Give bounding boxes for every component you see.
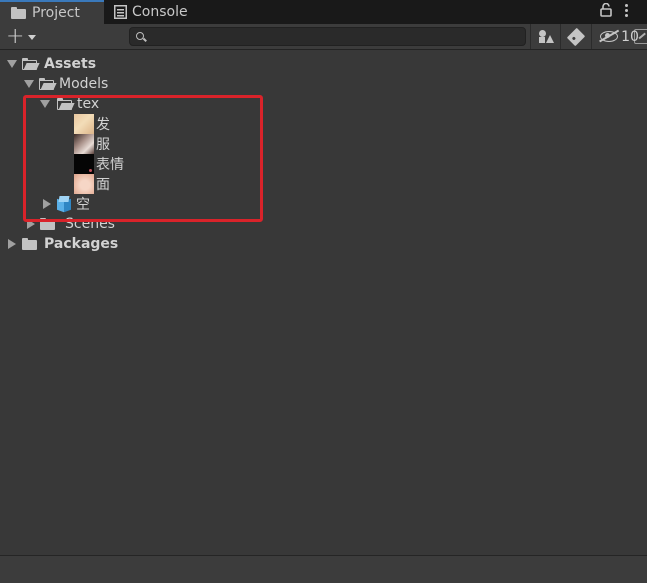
tree-item-models[interactable]: Models — [24, 74, 108, 94]
hidden-packages-count: 10 — [621, 28, 639, 45]
add-button[interactable]: + — [6, 24, 42, 49]
status-footer — [0, 555, 647, 583]
filter-by-label-button[interactable] — [560, 24, 590, 49]
tab-console[interactable]: Console — [114, 0, 214, 24]
tab-bar: Project Console — [0, 0, 647, 24]
search-input[interactable] — [148, 28, 507, 47]
tree-item-assets[interactable]: Assets — [7, 54, 96, 74]
eye-slash-icon — [600, 31, 619, 42]
tree-item-label: Assets — [44, 56, 97, 72]
plus-icon: + — [6, 24, 25, 49]
folder-icon — [22, 238, 38, 250]
kebab-menu-icon[interactable] — [624, 3, 630, 19]
chevron-down-icon — [28, 34, 37, 40]
expand-arrow-icon[interactable] — [7, 60, 17, 68]
tree-item-label: Packages — [44, 236, 119, 252]
search-box[interactable] — [129, 27, 647, 47]
tab-console-label: Console — [132, 4, 188, 20]
lock-icon[interactable] — [600, 3, 612, 17]
filter-by-type-button[interactable] — [530, 24, 560, 49]
tree-item-packages[interactable]: Packages — [8, 234, 118, 254]
tree-item-label: Models — [59, 76, 109, 92]
folder-open-icon — [39, 78, 57, 90]
folder-open-icon — [22, 58, 40, 70]
tag-icon — [566, 27, 585, 46]
hidden-packages-button[interactable]: 10 — [591, 24, 647, 49]
shapes-icon — [538, 29, 554, 45]
tab-project[interactable]: Project — [0, 0, 104, 24]
search-icon — [136, 32, 144, 40]
tab-project-label: Project — [32, 5, 80, 21]
expand-arrow-icon[interactable] — [24, 80, 34, 88]
folder-icon — [11, 7, 27, 19]
highlight-annotation-box — [23, 95, 263, 222]
collapse-arrow-icon[interactable] — [8, 239, 16, 249]
project-toolbar: + 10 — [0, 24, 647, 50]
console-icon — [114, 5, 127, 19]
